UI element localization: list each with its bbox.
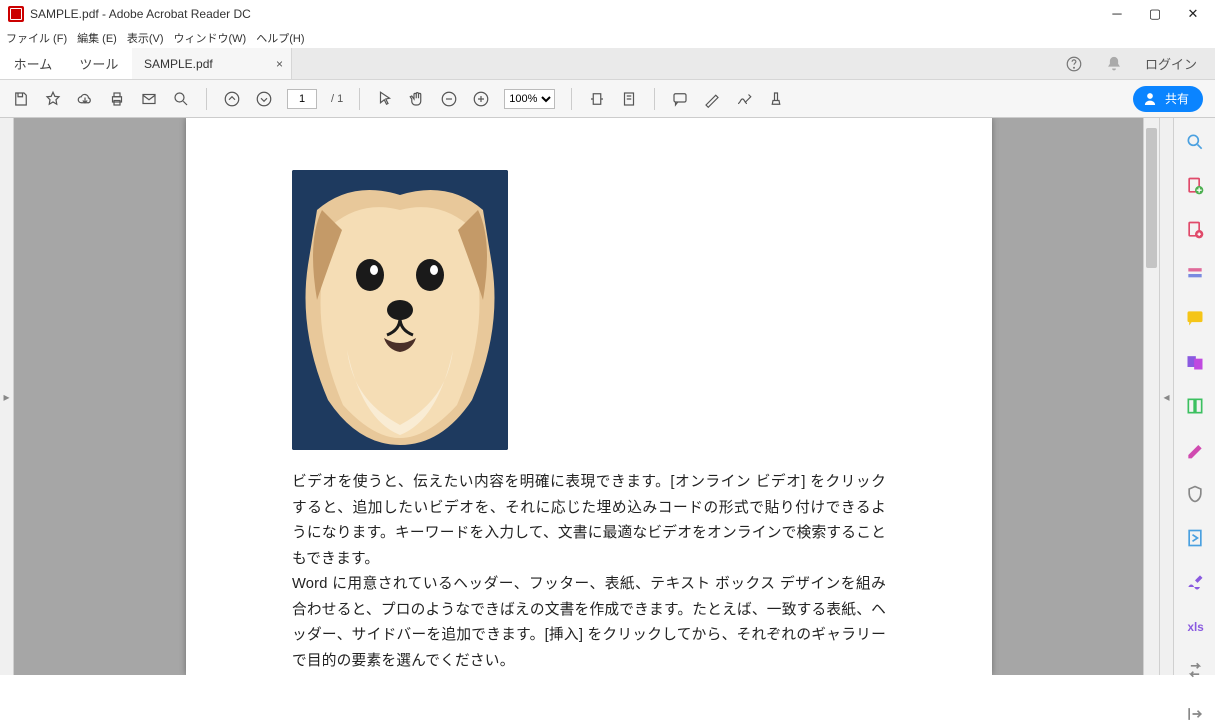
zoom-in-icon[interactable]	[472, 90, 490, 108]
create-pdf-icon[interactable]	[1185, 220, 1205, 240]
left-panel-handle[interactable]: ▸	[0, 118, 14, 675]
highlight-icon[interactable]	[703, 90, 721, 108]
page-area: ビデオを使うと、伝えたい内容を明確に表現できます。[オンライン ビデオ] をクリ…	[14, 118, 1159, 675]
share-button[interactable]: 共有	[1133, 86, 1203, 112]
cloud-icon[interactable]	[76, 90, 94, 108]
paragraph: ビデオを使うと、伝えたい内容を明確に表現できます。[オンライン ビデオ] をクリ…	[292, 470, 886, 572]
separator	[359, 88, 360, 110]
organize-icon[interactable]	[1185, 396, 1205, 416]
document-tab-label: SAMPLE.pdf	[144, 57, 213, 71]
close-button[interactable]: ✕	[1187, 6, 1199, 22]
sign-icon[interactable]	[735, 90, 753, 108]
fit-page-icon[interactable]	[620, 90, 638, 108]
page-down-icon[interactable]	[255, 90, 273, 108]
page-total: / 1	[331, 93, 343, 105]
print-icon[interactable]	[108, 90, 126, 108]
zoom-out-icon[interactable]	[440, 90, 458, 108]
menu-view[interactable]: 表示(V)	[127, 30, 164, 46]
menu-file[interactable]: ファイル (F)	[6, 30, 67, 46]
fill-sign-icon[interactable]	[1185, 572, 1205, 592]
tabbar-right: ログイン	[1047, 54, 1215, 73]
document-body: ビデオを使うと、伝えたい内容を明確に表現できます。[オンライン ビデオ] をクリ…	[292, 470, 886, 675]
zoom-dropdown[interactable]: 100%	[504, 89, 555, 109]
menu-window[interactable]: ウィンドウ(W)	[174, 30, 247, 46]
bell-icon[interactable]	[1105, 55, 1123, 73]
right-panel-handle[interactable]: ◂	[1159, 118, 1173, 675]
toolbar: / 1 100% 共有	[0, 80, 1215, 118]
menubar: ファイル (F) 編集 (E) 表示(V) ウィンドウ(W) ヘルプ(H)	[0, 28, 1215, 48]
primary-tabs: ホーム ツール	[0, 48, 132, 79]
workspace: ▸	[0, 118, 1215, 675]
collapse-panel-icon[interactable]	[1185, 704, 1205, 724]
tabbar: ホーム ツール SAMPLE.pdf × ログイン	[0, 48, 1215, 80]
more-tools-icon[interactable]: xls	[1185, 616, 1205, 636]
svg-text:xls: xls	[1187, 621, 1203, 634]
menu-edit[interactable]: 編集 (E)	[77, 30, 117, 46]
compress-icon[interactable]	[1185, 528, 1205, 548]
window-title: SAMPLE.pdf - Adobe Acrobat Reader DC	[30, 7, 251, 21]
search-tool-icon[interactable]	[1185, 132, 1205, 152]
comment-icon[interactable]	[671, 90, 689, 108]
menu-help[interactable]: ヘルプ(H)	[256, 30, 304, 46]
scrollbar-thumb[interactable]	[1146, 128, 1157, 268]
app-icon	[8, 6, 24, 22]
login-link[interactable]: ログイン	[1145, 54, 1197, 73]
document-tab[interactable]: SAMPLE.pdf ×	[132, 48, 292, 79]
tab-tools[interactable]: ツール	[79, 54, 118, 73]
convert-icon[interactable]	[1185, 660, 1205, 680]
redact-icon[interactable]	[1185, 440, 1205, 460]
close-tab-icon[interactable]: ×	[276, 57, 283, 71]
separator	[571, 88, 572, 110]
separator	[654, 88, 655, 110]
export-pdf-icon[interactable]	[1185, 176, 1205, 196]
page-up-icon[interactable]	[223, 90, 241, 108]
minimize-button[interactable]: ─	[1111, 6, 1123, 22]
titlebar: SAMPLE.pdf - Adobe Acrobat Reader DC ─ ▢…	[0, 0, 1215, 28]
edit-pdf-icon[interactable]	[1185, 264, 1205, 284]
paragraph: Word に用意されているヘッダー、フッター、表紙、テキスト ボックス デザイン…	[292, 572, 886, 674]
search-icon[interactable]	[172, 90, 190, 108]
separator	[206, 88, 207, 110]
page-number-input[interactable]	[287, 89, 317, 109]
share-label: 共有	[1165, 90, 1189, 107]
window-controls: ─ ▢ ✕	[1111, 6, 1207, 22]
vertical-scrollbar[interactable]	[1143, 118, 1159, 675]
stamp-icon[interactable]	[767, 90, 785, 108]
maximize-button[interactable]: ▢	[1149, 6, 1161, 22]
comment-tool-icon[interactable]	[1185, 308, 1205, 328]
star-icon[interactable]	[44, 90, 62, 108]
embedded-image	[292, 170, 508, 450]
combine-icon[interactable]	[1185, 352, 1205, 372]
fit-width-icon[interactable]	[588, 90, 606, 108]
save-icon[interactable]	[12, 90, 30, 108]
hand-icon[interactable]	[408, 90, 426, 108]
tools-panel: xls	[1173, 118, 1215, 675]
pointer-icon[interactable]	[376, 90, 394, 108]
pdf-page: ビデオを使うと、伝えたい内容を明確に表現できます。[オンライン ビデオ] をクリ…	[186, 118, 992, 675]
tab-home[interactable]: ホーム	[14, 54, 53, 73]
zoom-select[interactable]: 100%	[504, 89, 555, 109]
mail-icon[interactable]	[140, 90, 158, 108]
protect-icon[interactable]	[1185, 484, 1205, 504]
help-icon[interactable]	[1065, 55, 1083, 73]
